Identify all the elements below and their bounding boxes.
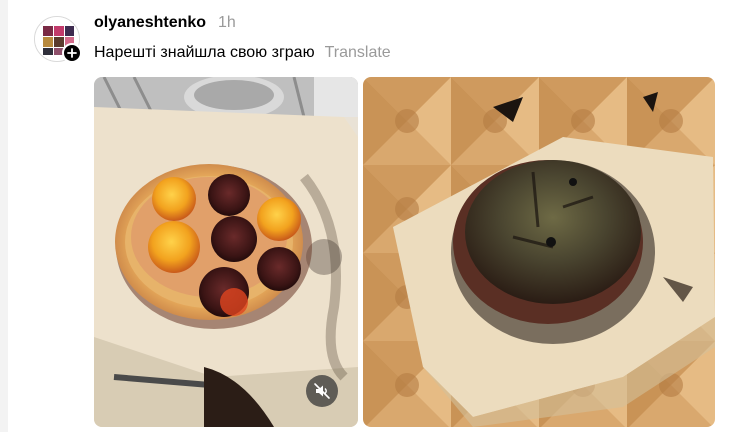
translate-button[interactable]: Translate [325,44,391,62]
left-divider [0,0,8,432]
post-timestamp[interactable]: 1h [218,14,236,32]
post-caption: Нарешті знайшла свою зграю [94,44,315,61]
burnt-bake-photo [363,77,715,427]
speaker-muted-icon[interactable] [306,375,338,407]
post-container: olyaneshtenko 1h Нарешті знайшла свою зг… [0,0,735,432]
caption-row: Нарешті знайшла свою зграю Translate [94,44,391,62]
username-link[interactable]: olyaneshtenko [94,14,206,32]
media-video-1[interactable] [94,77,358,427]
follow-plus-icon[interactable] [62,43,82,63]
media-image-2[interactable] [363,77,715,427]
post-header: olyaneshtenko 1h [94,14,236,36]
